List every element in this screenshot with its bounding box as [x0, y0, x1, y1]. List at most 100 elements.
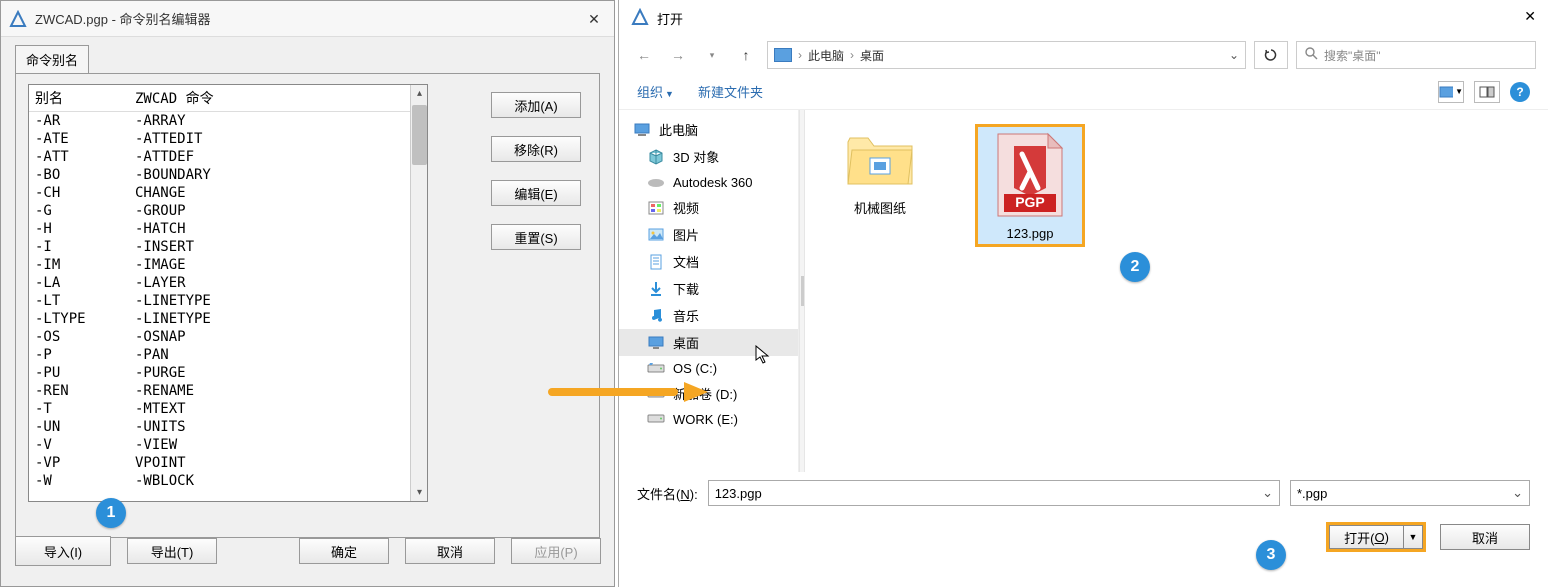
cursor-icon [755, 345, 771, 370]
alias-row[interactable]: -REN-RENAME [29, 382, 412, 400]
nav-drive-e[interactable]: WORK (E:) [619, 407, 798, 431]
filename-value: 123.pgp [715, 486, 762, 501]
export-button[interactable]: 导出(T) [127, 538, 217, 564]
nav-autodesk[interactable]: Autodesk 360 [619, 170, 798, 194]
alias-row[interactable]: -OS-OSNAP [29, 328, 412, 346]
nav-videos[interactable]: 视频 [619, 194, 798, 221]
desktop-icon [647, 335, 665, 351]
alias-row[interactable]: -LT-LINETYPE [29, 292, 412, 310]
chevron-down-icon: ⌄ [1512, 485, 1523, 501]
alias-row[interactable]: -W-WBLOCK [29, 472, 412, 490]
nav-desktop[interactable]: 桌面 [619, 329, 798, 356]
file-filter-select[interactable]: *.pgp ⌄ [1290, 480, 1530, 506]
video-icon [647, 200, 665, 216]
tab-strip: 命令别名 [15, 45, 614, 73]
tab-alias[interactable]: 命令别名 [15, 45, 89, 73]
alias-row[interactable]: -PU-PURGE [29, 364, 412, 382]
import-button[interactable]: 导入(I) [15, 536, 111, 566]
badge-1: 1 [96, 498, 126, 528]
cancel-button[interactable]: 取消 [405, 538, 495, 564]
pgp-file-icon: PGP [992, 130, 1068, 220]
reset-button[interactable]: 重置(S) [491, 224, 581, 250]
alias-row[interactable]: -T-MTEXT [29, 400, 412, 418]
alias-row[interactable]: -CHCHANGE [29, 184, 412, 202]
alias-row[interactable]: -VPVPOINT [29, 454, 412, 472]
chevron-down-icon[interactable]: ⌄ [1262, 485, 1273, 501]
search-input[interactable]: 搜索"桌面" [1296, 41, 1536, 69]
alias-row[interactable]: -AR-ARRAY [29, 112, 412, 130]
refresh-button[interactable] [1254, 41, 1288, 69]
add-button[interactable]: 添加(A) [491, 92, 581, 118]
up-button[interactable]: ↑ [733, 42, 759, 68]
breadcrumb-desktop[interactable]: 桌面 [860, 47, 884, 64]
alias-list[interactable]: 别名ZWCAD 命令-AR-ARRAY-ATE-ATTEDIT-ATT-ATTD… [28, 84, 428, 502]
ok-button[interactable]: 确定 [299, 538, 389, 564]
pc-icon [633, 122, 651, 138]
alias-row[interactable]: -G-GROUP [29, 202, 412, 220]
nav-this-pc[interactable]: 此电脑 [619, 116, 798, 143]
remove-button[interactable]: 移除(R) [491, 136, 581, 162]
dialog-body: 别名ZWCAD 命令-AR-ARRAY-ATE-ATTEDIT-ATT-ATTD… [15, 73, 600, 538]
search-placeholder: 搜索"桌面" [1324, 47, 1381, 64]
cancel-button[interactable]: 取消 [1440, 524, 1530, 550]
annotation-arrow [548, 382, 708, 402]
open-title-bar: 打开 ✕ [619, 0, 1548, 36]
close-icon[interactable]: ✕ [1524, 8, 1536, 25]
filename-row: 文件名(N): 123.pgp ⌄ *.pgp ⌄ [619, 472, 1548, 514]
address-bar[interactable]: › 此电脑 › 桌面 ⌄ [767, 41, 1246, 69]
folder-item[interactable]: 机械图纸 [825, 124, 935, 223]
content-pane[interactable]: 机械图纸 PGP 123.pgp [805, 110, 1548, 472]
scroll-thumb[interactable] [412, 105, 427, 165]
alias-row[interactable]: -I-INSERT [29, 238, 412, 256]
preview-pane-button[interactable] [1474, 81, 1500, 103]
action-row: 打开(O) ▼ 取消 [619, 514, 1548, 566]
alias-row[interactable]: -H-HATCH [29, 220, 412, 238]
chevron-down-icon[interactable]: ⌄ [1229, 48, 1239, 62]
nav-drive-c[interactable]: OS (C:) [619, 356, 798, 380]
view-mode-button[interactable]: ▼ [1438, 81, 1464, 103]
title-bar: ZWCAD.pgp - 命令别名编辑器 ✕ [1, 1, 614, 37]
close-icon[interactable]: ✕ [584, 9, 604, 29]
alias-row[interactable]: -IM-IMAGE [29, 256, 412, 274]
app-icon [9, 10, 27, 28]
forward-button[interactable]: → [665, 42, 691, 68]
alias-row[interactable]: -ATE-ATTEDIT [29, 130, 412, 148]
pc-icon [774, 48, 792, 62]
alias-row[interactable]: -ATT-ATTDEF [29, 148, 412, 166]
alias-row[interactable]: -UN-UNITS [29, 418, 412, 436]
help-icon[interactable]: ? [1510, 82, 1530, 102]
nav-music[interactable]: 音乐 [619, 302, 798, 329]
alias-editor-dialog: ZWCAD.pgp - 命令别名编辑器 ✕ 命令别名 别名ZWCAD 命令-AR… [0, 0, 615, 587]
open-split-button: 打开(O) ▼ [1326, 522, 1426, 552]
alias-row[interactable]: -P-PAN [29, 346, 412, 364]
alias-row[interactable]: -BO-BOUNDARY [29, 166, 412, 184]
open-button[interactable]: 打开(O) [1329, 525, 1403, 549]
recent-dd-icon[interactable]: ▾ [699, 42, 725, 68]
organize-menu[interactable]: 组织▼ [637, 82, 674, 101]
edit-button[interactable]: 编辑(E) [491, 180, 581, 206]
scrollbar[interactable]: ▴ ▾ [410, 85, 427, 501]
open-dropdown-button[interactable]: ▼ [1403, 525, 1423, 549]
pgp-file-label: 123.pgp [981, 226, 1079, 241]
app-icon [631, 8, 649, 29]
search-icon [1305, 47, 1318, 63]
nav-3d-objects[interactable]: 3D 对象 [619, 143, 798, 170]
back-button[interactable]: ← [631, 42, 657, 68]
scroll-down-icon[interactable]: ▾ [413, 486, 426, 499]
nav-row: ← → ▾ ↑ › 此电脑 › 桌面 ⌄ 搜索"桌面" [619, 36, 1548, 74]
scroll-up-icon[interactable]: ▴ [413, 87, 426, 100]
nav-documents[interactable]: 文档 [619, 248, 798, 275]
new-folder-button[interactable]: 新建文件夹 [698, 82, 763, 101]
nav-pictures[interactable]: 图片 [619, 221, 798, 248]
open-title: 打开 [657, 9, 683, 28]
alias-row[interactable]: -V-VIEW [29, 436, 412, 454]
apply-button[interactable]: 应用(P) [511, 538, 601, 564]
alias-row[interactable]: -LA-LAYER [29, 274, 412, 292]
alias-row[interactable]: -LTYPE-LINETYPE [29, 310, 412, 328]
picture-icon [647, 227, 665, 243]
side-buttons: 添加(A) 移除(R) 编辑(E) 重置(S) [491, 92, 581, 250]
pgp-file-item[interactable]: PGP 123.pgp [975, 124, 1085, 247]
breadcrumb-pc[interactable]: 此电脑 [808, 47, 844, 64]
filename-input[interactable]: 123.pgp ⌄ [708, 480, 1280, 506]
nav-downloads[interactable]: 下载 [619, 275, 798, 302]
